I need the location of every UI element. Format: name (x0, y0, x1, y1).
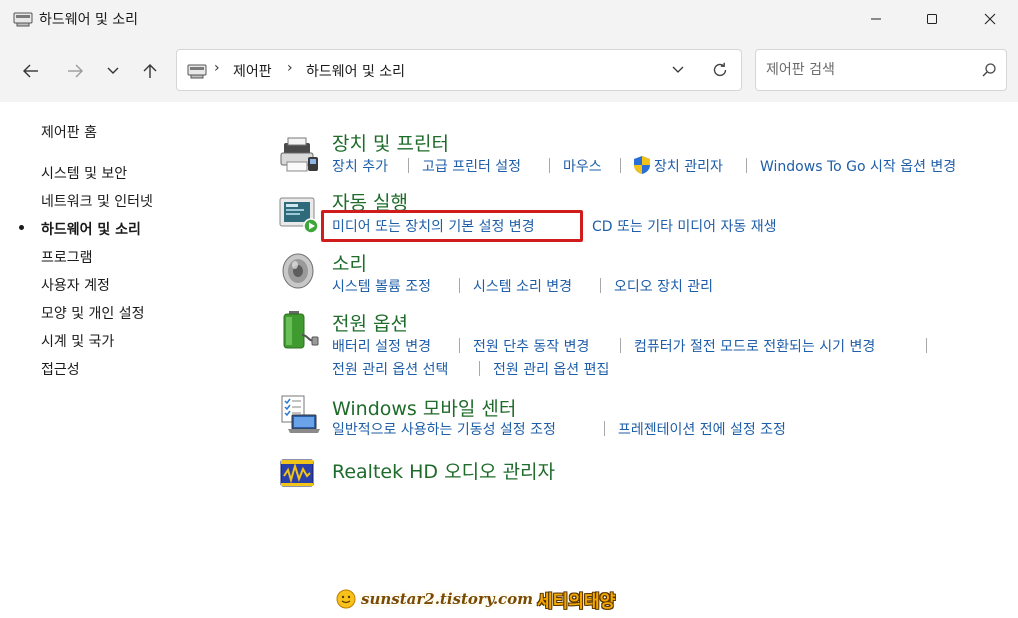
minimize-icon (871, 18, 881, 20)
watermark-name: 세티의태양 (537, 591, 616, 612)
breadcrumb-hardware-sound[interactable]: 하드웨어 및 소리 (306, 61, 405, 81)
task-change-battery-settings[interactable]: 배터리 설정 변경 (332, 336, 431, 356)
task-adjust-mobility-settings[interactable]: 일반적으로 사용하는 기동성 설정 조정 (332, 419, 556, 439)
category-title-power-options[interactable]: 전원 옵션 (332, 309, 408, 336)
task-presentation-settings[interactable]: 프레젠테이션 전에 설정 조정 (618, 419, 786, 439)
highlight-annotation-box (321, 210, 583, 242)
minimize-button[interactable] (848, 0, 904, 38)
task-choose-power-plan[interactable]: 전원 관리 옵션 선택 (332, 359, 448, 379)
breadcrumb-control-panel[interactable]: 제어판 (233, 61, 272, 81)
search-icon[interactable] (981, 62, 997, 78)
task-separator (604, 421, 605, 436)
breadcrumb-separator: › (214, 60, 220, 76)
speaker-icon[interactable] (278, 250, 320, 292)
title-bar: 하드웨어 및 소리 (0, 0, 1018, 38)
task-separator (600, 278, 601, 293)
chevron-down-icon[interactable] (671, 65, 685, 75)
printer-icon[interactable] (278, 135, 320, 177)
forward-arrow-icon (68, 64, 83, 78)
navigation-toolbar: › 제어판 › 하드웨어 및 소리 (0, 38, 1018, 102)
breadcrumb-separator: › (287, 60, 293, 76)
maximize-button[interactable] (904, 0, 960, 38)
task-edit-power-plan[interactable]: 전원 관리 옵션 편집 (493, 359, 609, 379)
sidebar-item-system-security[interactable]: 시스템 및 보안 (41, 163, 127, 183)
task-adjust-volume[interactable]: 시스템 볼륨 조정 (332, 276, 431, 296)
battery-icon[interactable] (278, 309, 320, 351)
task-change-system-sounds[interactable]: 시스템 소리 변경 (473, 276, 572, 296)
task-manage-audio-devices[interactable]: 오디오 장치 관리 (614, 276, 713, 296)
task-separator (620, 338, 621, 353)
task-separator (459, 338, 460, 353)
category-title-realtek-audio[interactable]: Realtek HD 오디오 관리자 (332, 457, 555, 484)
close-icon (984, 13, 996, 25)
search-input[interactable] (766, 60, 966, 80)
watermark: sunstar2.tistory.com 세티의태양 (335, 584, 615, 614)
task-separator (479, 361, 480, 376)
uac-shield-icon (634, 156, 650, 174)
sidebar-item-hardware-sound[interactable]: 하드웨어 및 소리 (41, 219, 141, 239)
realtek-audio-icon[interactable] (278, 452, 320, 494)
close-button[interactable] (962, 0, 1018, 38)
task-mouse[interactable]: 마우스 (563, 156, 602, 176)
task-change-sleep-time[interactable]: 컴퓨터가 절전 모드로 전환되는 시기 변경 (634, 336, 875, 356)
recent-locations-button[interactable] (100, 58, 126, 84)
forward-button[interactable] (62, 58, 88, 84)
up-arrow-icon (143, 64, 157, 78)
maximize-icon (927, 14, 937, 24)
mobility-center-icon[interactable] (278, 393, 320, 435)
refresh-icon[interactable] (711, 61, 729, 79)
task-separator (549, 158, 550, 173)
category-title-sound[interactable]: 소리 (332, 249, 367, 276)
back-button[interactable] (18, 58, 44, 84)
task-advanced-printer-setup[interactable]: 고급 프린터 설정 (422, 156, 521, 176)
control-panel-icon (13, 12, 33, 27)
search-box[interactable] (755, 49, 1007, 91)
sidebar-item-network-internet[interactable]: 네트워크 및 인터넷 (41, 191, 153, 211)
back-arrow-icon (23, 64, 38, 78)
task-separator (746, 158, 747, 173)
autoplay-icon[interactable] (278, 193, 320, 235)
task-separator (926, 338, 927, 353)
task-device-manager[interactable]: 장치 관리자 (654, 156, 723, 176)
category-title-mobility-center[interactable]: Windows 모바일 센터 (332, 394, 516, 421)
task-separator (620, 158, 621, 173)
task-separator (408, 158, 409, 173)
control-panel-icon (187, 64, 207, 79)
watermark-url: sunstar2.tistory.com (361, 590, 534, 608)
active-indicator (19, 225, 24, 230)
sidebar-item-programs[interactable]: 프로그램 (41, 247, 93, 267)
task-change-power-buttons[interactable]: 전원 단추 동작 변경 (473, 336, 589, 356)
task-windows-to-go[interactable]: Windows To Go 시작 옵션 변경 (760, 156, 956, 176)
chevron-down-icon (107, 67, 119, 74)
address-bar[interactable]: › 제어판 › 하드웨어 및 소리 (176, 49, 742, 91)
task-autoplay-cd[interactable]: CD 또는 기타 미디어 자동 재생 (592, 216, 777, 236)
up-button[interactable] (137, 58, 163, 84)
task-separator (459, 278, 460, 293)
sidebar-item-control-panel-home[interactable]: 제어판 홈 (41, 122, 97, 142)
sidebar-item-ease-of-access[interactable]: 접근성 (41, 359, 80, 379)
sidebar-item-user-accounts[interactable]: 사용자 계정 (41, 275, 110, 295)
sidebar-item-appearance[interactable]: 모양 및 개인 설정 (41, 303, 145, 323)
sidebar-item-clock-region[interactable]: 시계 및 국가 (41, 331, 114, 351)
sun-face-icon (336, 589, 356, 609)
window-title: 하드웨어 및 소리 (39, 12, 139, 28)
category-title-devices-printers[interactable]: 장치 및 프린터 (332, 129, 449, 156)
task-add-device[interactable]: 장치 추가 (332, 156, 388, 176)
